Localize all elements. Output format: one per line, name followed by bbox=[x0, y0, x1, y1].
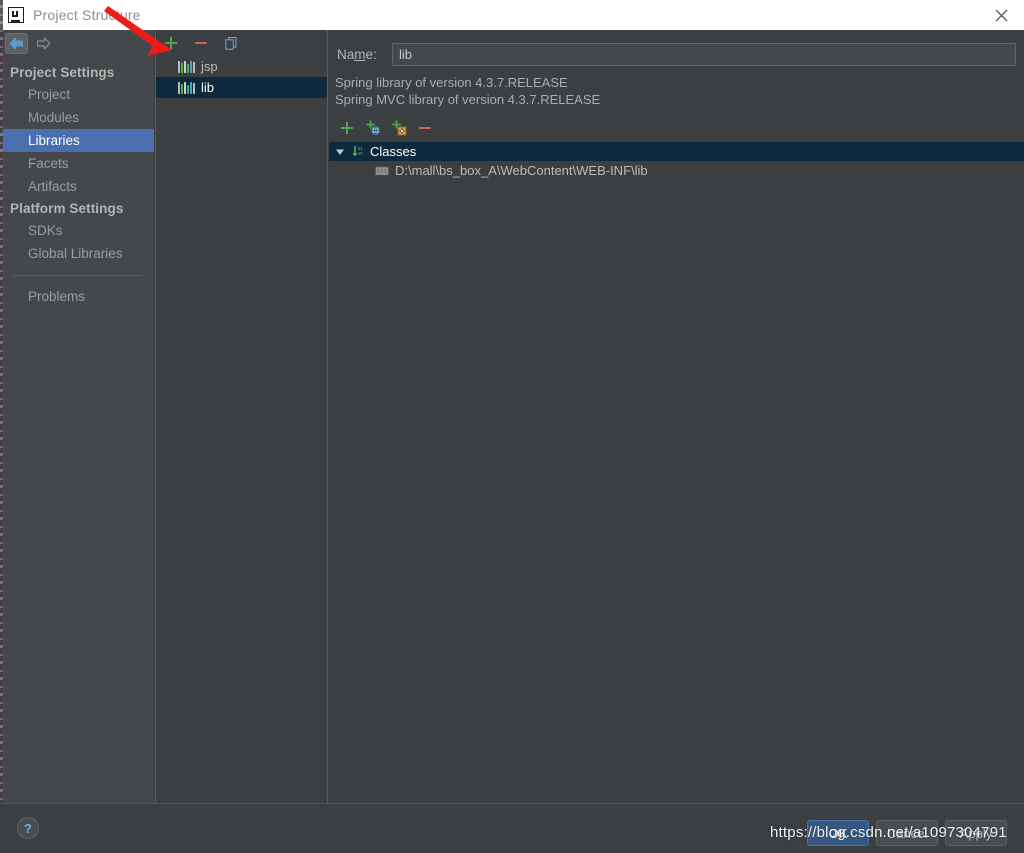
dialog-footer bbox=[0, 803, 1024, 853]
library-icon bbox=[178, 81, 195, 94]
library-detail-panel: Name: Spring library of version 4.3.7.RE… bbox=[329, 30, 1024, 803]
library-descriptions: Spring library of version 4.3.7.RELEASE … bbox=[329, 74, 1024, 108]
minus-icon[interactable] bbox=[417, 120, 433, 136]
classes-folder-icon: 01 10 bbox=[351, 145, 365, 159]
description-line: Spring MVC library of version 4.3.7.RELE… bbox=[335, 92, 601, 107]
sidebar-item-sdks[interactable]: SDKs bbox=[0, 219, 154, 242]
sidebar-item-global-libraries[interactable]: Global Libraries bbox=[0, 242, 154, 265]
intellij-idea-logo-icon bbox=[8, 7, 24, 23]
classes-toolbar bbox=[329, 116, 1024, 140]
minus-icon[interactable] bbox=[193, 35, 209, 51]
copy-icon[interactable] bbox=[223, 35, 239, 51]
tree-row-label: D:\mall\bs_box_A\WebContent\WEB-INF\lib bbox=[395, 163, 648, 178]
name-input[interactable] bbox=[392, 42, 1016, 66]
library-list: jsp lib bbox=[156, 56, 327, 98]
tree-row-classpath-entry[interactable]: D:\mall\bs_box_A\WebContent\WEB-INF\lib bbox=[329, 161, 1024, 180]
folder-icon bbox=[375, 165, 389, 177]
help-icon[interactable]: ? bbox=[17, 817, 39, 839]
library-toolbar bbox=[156, 30, 327, 56]
sidebar-item-artifacts[interactable]: Artifacts bbox=[0, 175, 154, 198]
sidebar-item-modules[interactable]: Modules bbox=[0, 106, 154, 129]
plus-package-icon[interactable] bbox=[391, 120, 407, 136]
list-item-label: lib bbox=[201, 80, 215, 95]
svg-text:10: 10 bbox=[358, 150, 363, 155]
plus-icon[interactable] bbox=[163, 35, 179, 51]
title-bar: Project Structure bbox=[0, 0, 1024, 30]
sidebar-item-libraries[interactable]: Libraries bbox=[0, 129, 154, 152]
plus-icon[interactable] bbox=[339, 120, 355, 136]
sidebar-group-platform-settings: Platform Settings bbox=[10, 201, 124, 216]
sidebar-item-problems[interactable]: Problems bbox=[0, 285, 154, 308]
sidebar-group-project-settings: Project Settings bbox=[10, 65, 115, 80]
cancel-button[interactable]: Cancel bbox=[876, 820, 938, 846]
sidebar-item-project[interactable]: Project bbox=[0, 83, 154, 106]
list-item[interactable]: jsp bbox=[156, 56, 327, 77]
sidebar-list: Project Settings Project Modules Librari… bbox=[0, 56, 154, 308]
sidebar-divider bbox=[12, 275, 142, 276]
window-title: Project Structure bbox=[33, 7, 141, 23]
library-icon bbox=[178, 60, 195, 73]
list-item-label: jsp bbox=[201, 59, 218, 74]
navigation-arrows bbox=[0, 30, 154, 56]
sidebar-item-facets[interactable]: Facets bbox=[0, 152, 154, 175]
tree-row-label: Classes bbox=[370, 144, 417, 159]
settings-sidebar: Project Settings Project Modules Librari… bbox=[0, 30, 154, 803]
triangle-down-icon[interactable] bbox=[329, 147, 351, 157]
description-line: Spring library of version 4.3.7.RELEASE bbox=[335, 75, 568, 90]
library-list-panel: jsp lib bbox=[155, 30, 328, 803]
ok-button[interactable]: OK bbox=[807, 820, 869, 846]
arrow-left-icon[interactable] bbox=[5, 32, 28, 54]
apply-button[interactable]: Apply bbox=[945, 820, 1007, 846]
plus-globe-icon[interactable] bbox=[365, 120, 381, 136]
close-icon[interactable] bbox=[978, 0, 1024, 30]
list-item[interactable]: lib bbox=[156, 77, 327, 98]
arrow-right-icon[interactable] bbox=[32, 33, 55, 54]
dialog-body: Project Settings Project Modules Librari… bbox=[0, 30, 1024, 803]
name-row: Name: bbox=[329, 38, 1024, 70]
name-label: Name: bbox=[337, 46, 377, 62]
tree-row-classes[interactable]: 01 10 Classes bbox=[329, 142, 1024, 161]
classes-tree: 01 10 Classes D:\mall\bs_box_A\WebConten… bbox=[329, 142, 1024, 180]
